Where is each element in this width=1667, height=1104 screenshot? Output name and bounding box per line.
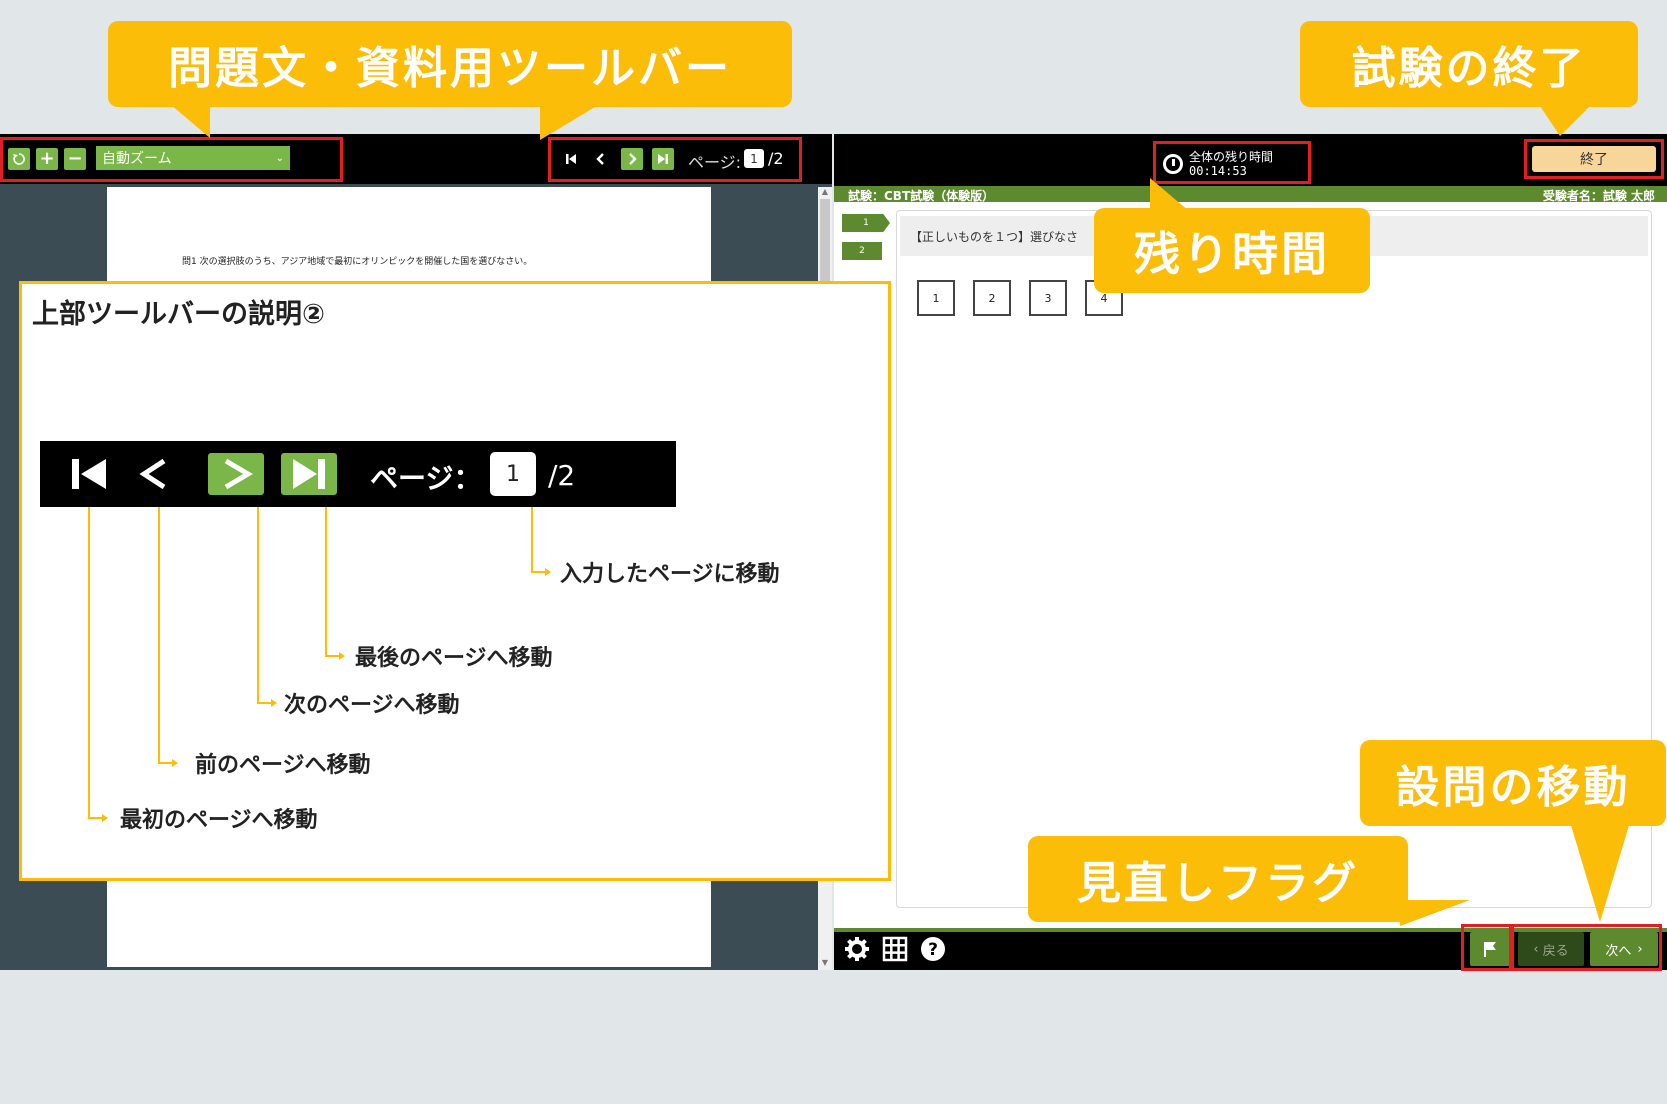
grid-icon[interactable] [880, 934, 910, 964]
first-page-icon [60, 453, 116, 495]
last-page-description: 最後のページへ移動 [355, 646, 553, 671]
page-label: ページ： [370, 462, 482, 495]
prev-page-description: 前のページへ移動 [195, 753, 371, 778]
choice-button-1[interactable]: 1 [917, 280, 955, 316]
page-nav-highlight [548, 137, 802, 182]
input-page-description: 入力したページに移動 [560, 562, 780, 587]
flag-highlight [1461, 924, 1512, 971]
callout-tail [1570, 822, 1630, 922]
question-tab-1[interactable]: 1 [842, 214, 890, 232]
examinee-name: 受験者名：試験 太郎 [1542, 189, 1655, 203]
exam-info-bar: 試験：CBT試験（体験版） 受験者名：試験 太郎 [834, 186, 1667, 203]
callout-flag: 見直しフラグ [1028, 836, 1408, 922]
callout-tail [1150, 178, 1190, 212]
svg-text:?: ? [928, 940, 938, 960]
callout-tail [540, 104, 600, 140]
scroll-down-icon[interactable]: ▼ [818, 958, 832, 970]
move-highlight [1511, 924, 1662, 971]
page-number-box: 1 [490, 452, 536, 496]
help-icon[interactable]: ? [918, 934, 948, 964]
zoom-tools-highlight [0, 137, 343, 182]
exam-name: 試験：CBT試験（体験版） [848, 189, 995, 203]
question-text: 問1 次の選択肢のうち、アジア地域で最初にオリンピックを開催した国を選びなさい。 [182, 257, 533, 267]
callout-end: 試験の終了 [1300, 21, 1638, 107]
last-page-icon [281, 453, 337, 495]
gear-icon[interactable] [842, 934, 872, 964]
callout-tail [1540, 106, 1590, 136]
choice-button-2[interactable]: 2 [973, 280, 1011, 316]
callout-tail [1400, 900, 1470, 926]
callout-time: 残り時間 [1094, 208, 1370, 293]
enlarged-page-toolbar: ページ： 1 /2 [40, 441, 676, 507]
choice-button-3[interactable]: 3 [1029, 280, 1067, 316]
scroll-up-icon[interactable]: ▲ [818, 187, 832, 199]
callout-toolbar: 問題文・資料用ツールバー [108, 21, 792, 107]
end-button-highlight [1524, 139, 1664, 179]
explanation-title: 上部ツールバーの説明② [32, 299, 325, 330]
next-page-description: 次のページへ移動 [284, 693, 460, 718]
callout-tail [170, 104, 210, 138]
first-page-description: 最初のページへ移動 [120, 808, 318, 833]
next-page-icon [208, 453, 264, 495]
question-tab-2[interactable]: 2 [842, 242, 882, 260]
callout-move: 設問の移動 [1360, 740, 1666, 826]
prev-page-icon [126, 453, 182, 495]
toolbar-explanation-panel: 上部ツールバーの説明② ページ： 1 /2 最初のページへ移動 前のページへ移動… [19, 281, 891, 881]
page-total: /2 [548, 459, 576, 492]
